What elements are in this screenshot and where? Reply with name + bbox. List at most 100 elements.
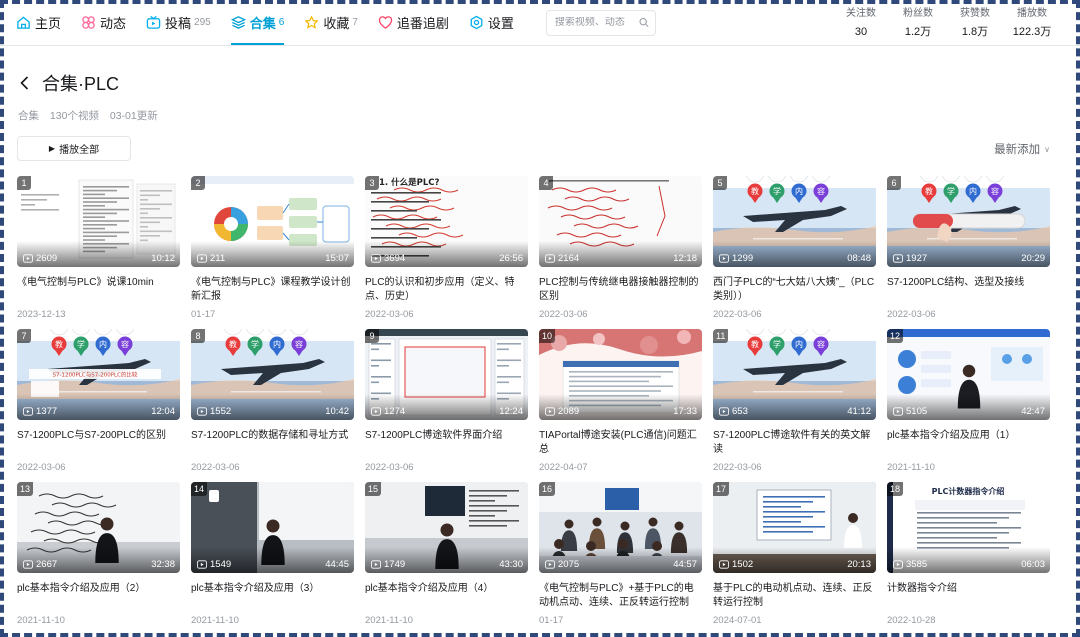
play-count-icon	[23, 407, 33, 416]
video-card-13[interactable]: 13 2667 32:38 plc基本指令介绍及应用（2） 2021-11-10	[17, 482, 180, 635]
video-card-16[interactable]: 16 2075 44:57 《电气控制与PLC》+基于PLC的电动机点动、连续、…	[539, 482, 702, 635]
video-thumbnail[interactable]: 16 2075 44:57	[539, 482, 702, 573]
video-card-18[interactable]: PLC计数器指令介绍 18 3585 06:03 计数器指令介绍 2022-10…	[887, 482, 1050, 635]
video-title[interactable]: 计数器指令介绍	[887, 582, 1050, 610]
video-card-10[interactable]: 10 2089 17:33 TIAPortal博途安装(PLC通信)问题汇总 2…	[539, 329, 702, 482]
stat-plays-label: 播放数	[1017, 8, 1047, 19]
view-count-value: 1377	[36, 406, 58, 417]
video-thumbnail[interactable]: 1 2609 10:12	[17, 176, 180, 267]
collection-header: 合集·PLC	[18, 70, 119, 96]
view-count-value: 1552	[210, 406, 232, 417]
svg-text:容: 容	[991, 186, 999, 196]
video-title[interactable]: plc基本指令介绍及应用（3）	[191, 582, 354, 610]
stat-plays: 播放数 122.3万	[1004, 7, 1060, 41]
search-icon[interactable]	[639, 17, 649, 28]
video-thumbnail[interactable]: 教 学 内 容 S7-1200PLC与S7-200PLC的比较 7 1377 1…	[17, 329, 180, 420]
svg-text:容: 容	[295, 339, 303, 349]
video-title[interactable]: 基于PLC的电动机点动、连续、正反转运行控制	[713, 582, 876, 610]
nav-favorites-label: 收藏	[323, 16, 350, 31]
stat-fans[interactable]: 粉丝数 1.2万	[890, 7, 946, 41]
video-thumbnail[interactable]: 17 1502 20:13	[713, 482, 876, 573]
video-thumbnail[interactable]: 教 学 内 容 5 1299 08:48	[713, 176, 876, 267]
view-count-value: 2164	[558, 253, 580, 264]
nav-settings[interactable]: 设置	[469, 0, 514, 46]
video-card-12[interactable]: 12 5105 42:47 plc基本指令介绍及应用（1） 2021-11-10	[887, 329, 1050, 482]
view-count: 1927	[893, 253, 927, 264]
video-card-6[interactable]: 教 学 内 容 6 1927 20:29 S7-1200PLC结构、选型及接线 …	[887, 176, 1050, 329]
play-count-icon	[893, 560, 903, 569]
video-index-badge: 12	[887, 329, 904, 343]
video-thumbnail[interactable]: PLC计数器指令介绍 18 3585 06:03	[887, 482, 1050, 573]
back-arrow-icon[interactable]	[18, 74, 32, 92]
video-title[interactable]: 《电气控制与PLC》说课10min	[17, 276, 180, 304]
video-date: 2021-11-10	[191, 615, 239, 626]
video-card-7[interactable]: 教 学 内 容 S7-1200PLC与S7-200PLC的比较 7 1377 1…	[17, 329, 180, 482]
video-thumbnail[interactable]: 14 1549 44:45	[191, 482, 354, 573]
nav-home[interactable]: 主页	[16, 0, 61, 46]
play-all-button[interactable]: ▶ 播放全部	[17, 136, 131, 161]
video-card-14[interactable]: 14 1549 44:45 plc基本指令介绍及应用（3） 2021-11-10	[191, 482, 354, 635]
video-thumbnail[interactable]: 1. 什么是PLC? 3 3694 26:56	[365, 176, 528, 267]
video-title[interactable]: 《电气控制与PLC》+基于PLC的电动机点动、连续、正反转运行控制	[539, 582, 702, 610]
video-card-8[interactable]: 教 学 内 容 8 1552 10:42 S7-1200PLC的数据存储和寻址方…	[191, 329, 354, 482]
view-count: 2609	[23, 253, 57, 264]
nav-uploads[interactable]: 投稿 295	[146, 0, 211, 46]
video-duration: 06:03	[1021, 559, 1045, 570]
video-title[interactable]: PLC控制与传统继电器接触器控制的区别	[539, 276, 702, 304]
video-card-9[interactable]: 9 1274 12:24 S7-1200PLC博途软件界面介绍 2022-03-…	[365, 329, 528, 482]
video-title[interactable]: S7-1200PLC的数据存储和寻址方式	[191, 429, 354, 457]
search-box[interactable]	[545, 9, 656, 36]
nav-home-label: 主页	[35, 16, 62, 31]
video-thumbnail[interactable]: 教 学 内 容 6 1927 20:29	[887, 176, 1050, 267]
stat-following-value: 30	[854, 26, 868, 38]
video-title[interactable]: plc基本指令介绍及应用（1）	[887, 429, 1050, 457]
play-count-icon	[719, 560, 729, 569]
video-title[interactable]: TIAPortal博途安装(PLC通信)问题汇总	[539, 429, 702, 457]
nav-bangumi[interactable]: 追番追剧	[378, 0, 449, 46]
video-card-15[interactable]: 15 1749 43:30 plc基本指令介绍及应用（4） 2021-11-10	[365, 482, 528, 635]
view-count-value: 5105	[906, 406, 928, 417]
video-thumbnail[interactable]: 教 学 内 容 11 653 41:12	[713, 329, 876, 420]
video-index-badge: 11	[713, 329, 729, 343]
video-duration: 08:48	[847, 253, 871, 264]
video-thumbnail[interactable]: 4 2164 12:18	[539, 176, 702, 267]
video-title[interactable]: S7-1200PLC博途软件界面介绍	[365, 429, 528, 457]
video-duration: 10:12	[151, 253, 175, 264]
nav-favorites[interactable]: 收藏 7	[304, 0, 358, 46]
star-icon	[305, 16, 319, 29]
video-duration: 26:56	[499, 253, 523, 264]
nav-collections[interactable]: 合集 6	[230, 0, 284, 46]
video-title[interactable]: 西门子PLC的“七大姑八大姨”_（PLC类别））	[713, 276, 876, 304]
svg-text:教: 教	[925, 186, 933, 196]
video-title[interactable]: plc基本指令介绍及应用（2）	[17, 582, 180, 610]
video-thumbnail[interactable]: 12 5105 42:47	[887, 329, 1050, 420]
video-title[interactable]: S7-1200PLC与S7-200PLC的区别	[17, 429, 180, 457]
video-card-2[interactable]: 2 211 15:07 《电气控制与PLC》课程教学设计创新汇报 01-17	[191, 176, 354, 329]
video-index-badge: 6	[887, 176, 901, 190]
video-title[interactable]: 《电气控制与PLC》课程教学设计创新汇报	[191, 276, 354, 304]
video-thumbnail[interactable]: 13 2667 32:38	[17, 482, 180, 573]
video-title[interactable]: S7-1200PLC博途软件有关的英文解读	[713, 429, 876, 457]
video-card-4[interactable]: 4 2164 12:18 PLC控制与传统继电器接触器控制的区别 2022-03…	[539, 176, 702, 329]
video-card-11[interactable]: 教 学 内 容 11 653 41:12 S7-1200PLC博途软件有关的英文…	[713, 329, 876, 482]
search-input[interactable]	[554, 17, 639, 28]
video-title[interactable]: PLC的认识和初步应用（定义、特点、历史）	[365, 276, 528, 304]
view-count-value: 3694	[384, 253, 406, 264]
video-card-3[interactable]: 1. 什么是PLC? 3 3694 26:56 PLC的认识和初步应用（定义、特…	[365, 176, 528, 329]
video-title[interactable]: plc基本指令介绍及应用（4）	[365, 582, 528, 610]
video-thumbnail[interactable]: 2 211 15:07	[191, 176, 354, 267]
sort-dropdown[interactable]: 最新添加 ∨	[994, 141, 1050, 157]
video-thumbnail[interactable]: 教 学 内 容 8 1552 10:42	[191, 329, 354, 420]
video-thumbnail[interactable]: 15 1749 43:30	[365, 482, 528, 573]
video-card-1[interactable]: 1 2609 10:12 《电气控制与PLC》说课10min 2023-12-1…	[17, 176, 180, 329]
play-count-icon	[23, 560, 33, 569]
video-card-5[interactable]: 教 学 内 容 5 1299 08:48 西门子PLC的“七大姑八大姨”_（PL…	[713, 176, 876, 329]
video-thumbnail[interactable]: 9 1274 12:24	[365, 329, 528, 420]
video-card-17[interactable]: 17 1502 20:13 基于PLC的电动机点动、连续、正反转运行控制 202…	[713, 482, 876, 635]
nav-dynamic[interactable]: 动态	[81, 0, 126, 46]
video-title[interactable]: S7-1200PLC结构、选型及接线	[887, 276, 1050, 304]
video-date: 2022-03-06	[713, 462, 762, 473]
stat-following[interactable]: 关注数 30	[833, 7, 889, 41]
video-thumbnail[interactable]: 10 2089 17:33	[539, 329, 702, 420]
nav-collections-label: 合集	[249, 16, 276, 31]
